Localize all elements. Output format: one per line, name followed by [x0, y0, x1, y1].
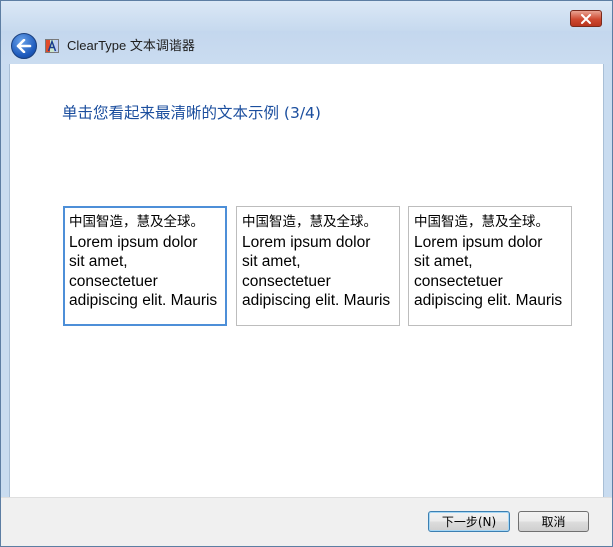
back-arrow-icon — [16, 39, 32, 53]
sample-line: sit amet, — [69, 253, 128, 270]
sample-line: consectetuer — [414, 272, 503, 290]
sample-line: 中国智造，慧及全球。 — [414, 214, 549, 230]
sample-line: consectetuer — [242, 272, 331, 290]
sample-line: 中国智造，慧及全球。 — [242, 214, 377, 230]
text-sample-3[interactable]: 中国智造，慧及全球。 Lorem ipsum dolor sit amet, c… — [408, 206, 572, 326]
window-title: ClearType 文本调谐器 — [67, 38, 195, 53]
cancel-button[interactable]: 取消 — [518, 511, 589, 532]
sample-line: sit amet, — [242, 253, 301, 270]
next-button[interactable]: 下一步(N) — [428, 511, 510, 532]
close-icon — [581, 13, 591, 24]
title-bar — [1, 1, 612, 31]
instruction-heading: 单击您看起来最清晰的文本示例 (3/4) — [62, 104, 321, 122]
button-bar: 下一步(N) 取消 — [1, 497, 612, 546]
content-area: 单击您看起来最清晰的文本示例 (3/4) 中国智造，慧及全球。 Lorem ip… — [9, 64, 604, 497]
navigation-bar: ClearType 文本调谐器 — [1, 31, 612, 64]
cleartype-icon — [45, 39, 59, 53]
sample-line: adipiscing elit. Mauris — [242, 292, 391, 309]
close-button[interactable] — [570, 10, 602, 27]
text-sample-1[interactable]: 中国智造，慧及全球。 Lorem ipsum dolor sit amet, c… — [63, 206, 227, 326]
sample-line: Lorem ipsum dolor — [242, 233, 371, 251]
sample-line: consectetuer — [69, 272, 158, 290]
sample-line: Lorem ipsum dolor — [69, 233, 198, 251]
sample-line: adipiscing elit. Mauris — [414, 292, 563, 309]
sample-line: sit amet, — [414, 253, 473, 270]
text-sample-2[interactable]: 中国智造，慧及全球。 Lorem ipsum dolor sit amet, c… — [236, 206, 400, 326]
cleartype-tuner-window: ClearType 文本调谐器 单击您看起来最清晰的文本示例 (3/4) 中国智… — [0, 0, 613, 547]
sample-line: 中国智造，慧及全球。 — [69, 214, 204, 230]
sample-line: Lorem ipsum dolor — [414, 233, 543, 251]
sample-line: adipiscing elit. Mauris — [69, 292, 218, 309]
back-button[interactable] — [11, 33, 37, 59]
